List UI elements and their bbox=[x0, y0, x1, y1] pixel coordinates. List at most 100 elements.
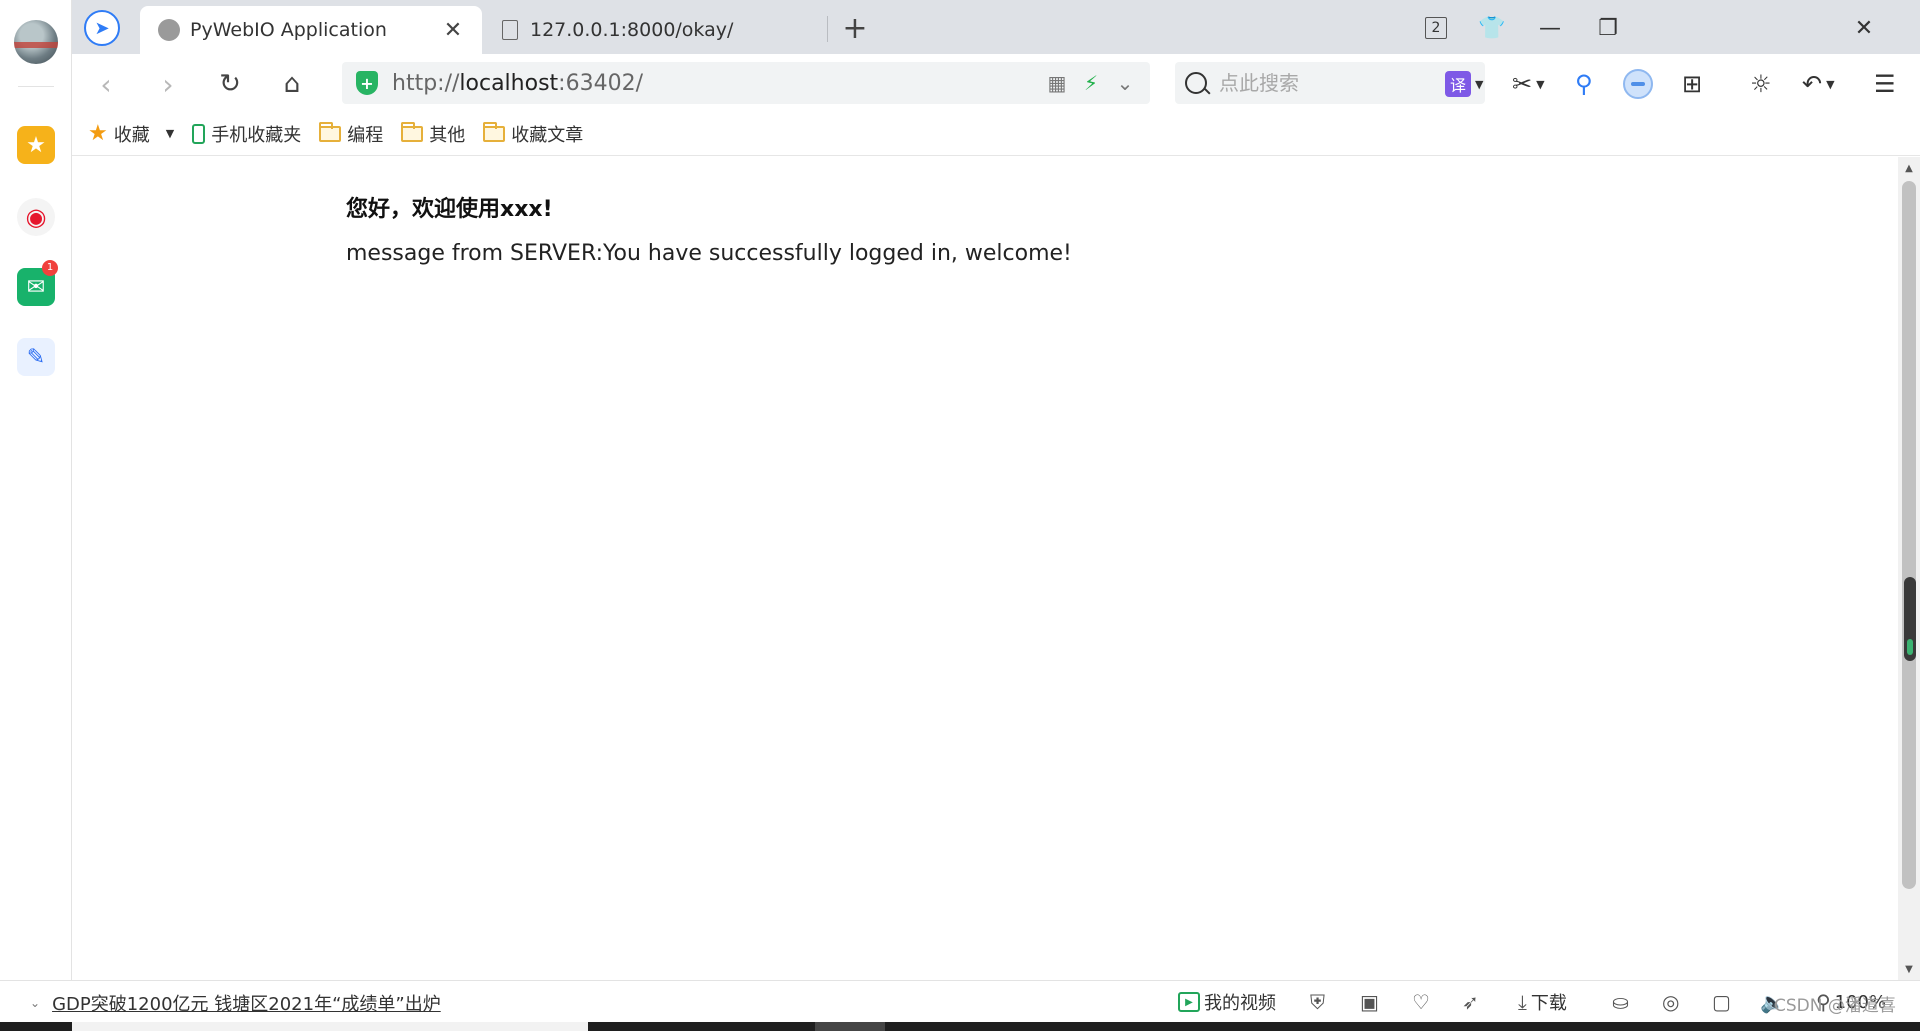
find-icon[interactable]: ⚲ bbox=[1575, 66, 1593, 102]
brightness-icon[interactable]: ☼ bbox=[1750, 66, 1772, 102]
news-link[interactable]: GDP突破1200亿元 钱塘区2021年“成绩单”出炉 bbox=[52, 990, 441, 1016]
navigation-icon[interactable]: ➤ bbox=[84, 10, 120, 46]
bookmark-label: 其他 bbox=[429, 124, 466, 146]
speed-mode-icon[interactable]: ⚡ bbox=[1074, 66, 1108, 100]
translate-icon: 译 bbox=[1445, 71, 1471, 97]
home-icon[interactable]: ⌂ bbox=[272, 64, 312, 104]
close-tab-icon[interactable]: ✕ bbox=[442, 18, 464, 43]
search-input[interactable] bbox=[1219, 71, 1459, 95]
page-heading: 您好，欢迎使用xxx! bbox=[346, 197, 553, 222]
qr-code-icon[interactable]: ▦ bbox=[1040, 66, 1074, 100]
bookmark-folder-other[interactable]: 其他 bbox=[401, 121, 465, 147]
caret-down-icon: ▼ bbox=[1475, 77, 1484, 91]
folder-icon bbox=[401, 121, 424, 142]
browser-window: ★ ◉ ✉ 1 ✎ ➤ PyWebIO Application ✕ 127.0.… bbox=[0, 0, 1920, 1031]
scrollbar-thumb[interactable] bbox=[1902, 181, 1916, 889]
news-ticker[interactable]: ⌄ GDP突破1200亿元 钱塘区2021年“成绩单”出炉 bbox=[30, 990, 441, 1016]
download-icon: ⤓ bbox=[1518, 990, 1527, 1014]
window-icon[interactable]: ▢ bbox=[1712, 989, 1731, 1015]
avatar[interactable] bbox=[14, 20, 58, 64]
apps-grid-icon[interactable]: ⊞ bbox=[1682, 66, 1702, 102]
watermark: CSDN @潘道喜 bbox=[1774, 996, 1896, 1016]
sidebar-divider bbox=[18, 86, 54, 87]
taskbar-segment bbox=[72, 1022, 588, 1031]
favorites-icon[interactable]: ★ bbox=[17, 126, 55, 164]
chevron-down-icon[interactable]: ⌄ bbox=[30, 996, 40, 1010]
folder-icon bbox=[483, 121, 506, 142]
bookmark-favorites[interactable]: ★ 收藏 ▼ bbox=[88, 121, 174, 147]
folder-icon bbox=[319, 121, 342, 142]
compat-mode-icon[interactable]: ◎ bbox=[1662, 989, 1679, 1015]
tab-count: 2 bbox=[1425, 17, 1447, 39]
bookmark-label: 收藏 bbox=[113, 124, 150, 146]
tab-pywebio[interactable]: PyWebIO Application ✕ bbox=[140, 6, 482, 54]
forward-icon[interactable]: › bbox=[148, 64, 188, 104]
bookmark-label: 收藏文章 bbox=[511, 124, 584, 146]
bookmark-mobile[interactable]: 手机收藏夹 bbox=[192, 121, 301, 147]
my-videos-label: 我的视频 bbox=[1204, 993, 1276, 1014]
reload-icon[interactable]: ↻ bbox=[210, 64, 250, 104]
caret-down-icon: ▼ bbox=[1826, 77, 1835, 91]
secure-shield-icon[interactable]: + bbox=[356, 71, 378, 95]
back-icon[interactable]: ‹ bbox=[86, 64, 126, 104]
chevron-down-icon[interactable]: ⌄ bbox=[1108, 66, 1142, 100]
scissors-icon: ✂ bbox=[1512, 70, 1533, 98]
rocket-icon[interactable]: ➶ bbox=[1462, 989, 1479, 1015]
globe-icon bbox=[158, 19, 180, 41]
play-icon: ▶ bbox=[1178, 992, 1200, 1012]
security-shield-icon[interactable]: ⛨ bbox=[1310, 989, 1325, 1015]
health-icon[interactable]: ♡ bbox=[1412, 989, 1430, 1015]
bookmarks-bar: ★ 收藏 ▼ 手机收藏夹 编程 其他 收藏文章 bbox=[72, 112, 1920, 156]
status-bar: ⌄ GDP突破1200亿元 钱塘区2021年“成绩单”出炉 ▶ 我的视频 ⛨ ▣… bbox=[0, 980, 1920, 1022]
vertical-scrollbar[interactable]: ▲ ▼ bbox=[1898, 157, 1920, 980]
image-icon[interactable]: ▣ bbox=[1360, 989, 1379, 1015]
scroll-down-icon[interactable]: ▼ bbox=[1898, 958, 1920, 980]
tab-separator bbox=[827, 16, 828, 42]
notes-icon[interactable]: ✎ bbox=[17, 338, 55, 376]
toolbar: ‹ › ↻ ⌂ + http://localhost:63402/ ▦ ⚡ ⌄ … bbox=[72, 54, 1920, 112]
taskbar-strip bbox=[0, 1022, 1920, 1031]
translate-button[interactable]: 译 ▼ bbox=[1445, 66, 1483, 102]
tab-title: PyWebIO Application bbox=[190, 19, 387, 41]
page-content: 您好，欢迎使用xxx! message from SERVER:You have… bbox=[72, 157, 1898, 980]
url-text[interactable]: http://localhost:63402/ bbox=[392, 71, 1040, 96]
my-videos-button[interactable]: ▶ 我的视频 bbox=[1178, 989, 1276, 1015]
download-label: 下载 bbox=[1530, 993, 1567, 1014]
tab-title: 127.0.0.1:8000/okay/ bbox=[530, 19, 734, 41]
tab-okay[interactable]: 127.0.0.1:8000/okay/ bbox=[484, 6, 826, 54]
scroll-indicator bbox=[1904, 577, 1916, 661]
download-button[interactable]: ⤓ 下载 bbox=[1518, 989, 1567, 1015]
scroll-up-icon[interactable]: ▲ bbox=[1898, 157, 1920, 179]
tab-count-button[interactable]: 2 bbox=[1414, 10, 1458, 46]
undo-icon: ↶ bbox=[1802, 70, 1823, 98]
left-sidebar: ★ ◉ ✉ 1 ✎ bbox=[0, 0, 72, 1031]
server-message: message from SERVER:You have successfull… bbox=[346, 241, 1072, 266]
bookmark-folder-articles[interactable]: 收藏文章 bbox=[483, 121, 583, 147]
caret-down-icon[interactable]: ▼ bbox=[166, 127, 174, 140]
ad-block-icon bbox=[1623, 69, 1653, 99]
minimize-icon[interactable]: — bbox=[1528, 10, 1572, 46]
bookmark-label: 手机收藏夹 bbox=[211, 124, 302, 146]
weibo-icon[interactable]: ◉ bbox=[17, 198, 55, 236]
phone-icon bbox=[192, 123, 206, 144]
restore-icon[interactable]: ❐ bbox=[1586, 10, 1630, 46]
caret-down-icon: ▼ bbox=[1536, 77, 1545, 91]
document-icon bbox=[502, 20, 518, 40]
search-icon bbox=[1185, 72, 1207, 94]
new-tab-button[interactable]: + bbox=[837, 10, 873, 46]
tab-strip: ➤ PyWebIO Application ✕ 127.0.0.1:8000/o… bbox=[72, 0, 1920, 54]
taskbar-segment bbox=[815, 1022, 885, 1031]
close-window-icon[interactable]: ✕ bbox=[1842, 10, 1886, 46]
undo-close-button[interactable]: ↶ ▼ bbox=[1802, 66, 1835, 102]
search-box[interactable] bbox=[1175, 62, 1485, 104]
incognito-icon[interactable]: ⛀ bbox=[1612, 989, 1629, 1015]
mail-badge: 1 bbox=[42, 260, 58, 276]
skin-shirt-icon[interactable]: 👕 bbox=[1470, 10, 1514, 46]
bookmark-label: 编程 bbox=[347, 124, 384, 146]
menu-icon[interactable]: ☰ bbox=[1874, 66, 1896, 102]
ad-block-button[interactable] bbox=[1623, 66, 1653, 102]
bookmark-folder-programming[interactable]: 编程 bbox=[319, 121, 383, 147]
address-bar[interactable]: + http://localhost:63402/ ▦ ⚡ ⌄ bbox=[342, 62, 1150, 104]
star-icon: ★ bbox=[88, 121, 108, 146]
screenshot-button[interactable]: ✂ ▼ bbox=[1512, 66, 1545, 102]
